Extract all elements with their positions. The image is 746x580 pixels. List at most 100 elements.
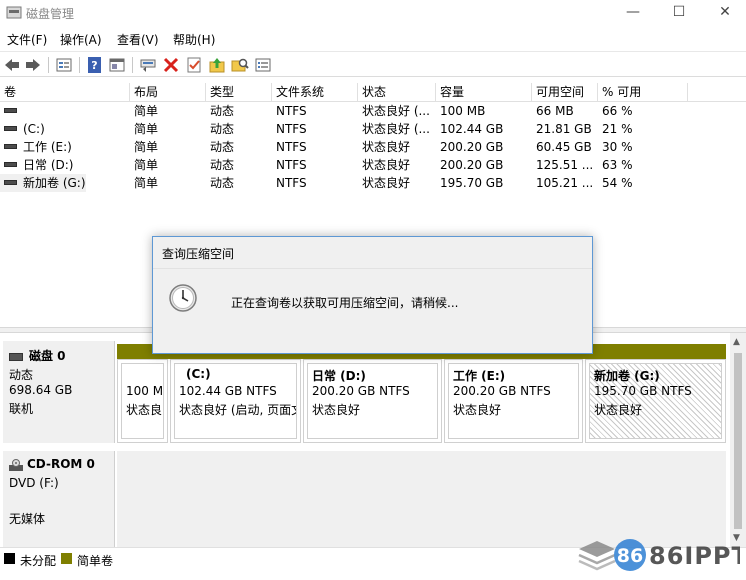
partition-status: 状态良 <box>126 403 163 417</box>
table-row[interactable]: 简单 动态 NTFS 状态良好 (... 100 MB 66 MB 66 % <box>0 102 746 120</box>
cdrom-0-name: CD-ROM 0 <box>27 457 95 471</box>
cdrom-0-drive: DVD (F:) <box>9 476 59 490</box>
partition-title: (C:) <box>186 367 211 381</box>
disk-0-label[interactable]: 磁盘 0 动态 698.64 GB 联机 <box>3 341 115 443</box>
toolbar: ? <box>0 51 746 77</box>
toolbar-separator <box>48 57 49 73</box>
volume-name: 日常 (D:) <box>23 158 74 172</box>
column-header-capacity[interactable]: 容量 <box>436 83 532 102</box>
dialog-title: 查询压缩空间 <box>162 247 235 261</box>
column-header-status[interactable]: 状态 <box>358 83 436 102</box>
window-title: 磁盘管理 <box>26 7 75 21</box>
simple-volume-swatch <box>61 553 72 564</box>
volume-filesystem: NTFS <box>276 140 307 154</box>
dialog-message: 正在查询卷以获取可用压缩空间，请稍候... <box>231 296 459 310</box>
unallocated-swatch <box>4 553 15 564</box>
delete-icon[interactable] <box>162 56 180 74</box>
volume-filesystem: NTFS <box>276 122 307 136</box>
toolbar-separator <box>79 57 80 73</box>
volume-name: (C:) <box>23 122 45 136</box>
column-header-volume[interactable]: 卷 <box>0 83 130 102</box>
disk-view-scrollbar[interactable]: ▲ ▼ <box>730 333 746 547</box>
folder-up-icon[interactable] <box>208 56 226 74</box>
column-header-free-space[interactable]: 可用空间 <box>532 83 598 102</box>
properties-icon[interactable] <box>185 56 203 74</box>
column-header-type[interactable]: 类型 <box>206 83 272 102</box>
menu-file[interactable]: 文件(F) <box>7 31 47 48</box>
volume-free-space: 21.81 GB <box>536 122 592 136</box>
scrollbar-thumb[interactable] <box>734 353 742 529</box>
volume-capacity: 195.70 GB <box>440 176 504 190</box>
table-row[interactable]: 工作 (E:) 简单 动态 NTFS 状态良好 200.20 GB 60.45 … <box>0 138 746 156</box>
volume-icon <box>4 126 17 131</box>
volume-layout: 简单 <box>134 176 159 190</box>
volume-capacity: 100 MB <box>440 104 486 118</box>
title-bar: 磁盘管理 — ☐ ✕ <box>0 0 746 26</box>
clock-icon <box>169 284 197 312</box>
volume-percent-free: 66 % <box>602 104 633 118</box>
volume-free-space: 105.21 ... <box>536 176 594 190</box>
console-list-icon[interactable] <box>254 56 272 74</box>
console-icon[interactable] <box>108 56 126 74</box>
partition-e[interactable]: 工作 (E:) 200.20 GB NTFS 状态良好 <box>444 359 583 443</box>
volume-filesystem: NTFS <box>276 158 307 172</box>
partition-size: 200.20 GB NTFS <box>312 384 410 398</box>
cdrom-0-label[interactable]: CD-ROM 0 DVD (F:) 无媒体 <box>3 451 115 547</box>
partition-system-reserved[interactable]: 100 M 状态良 <box>117 359 168 443</box>
menu-action[interactable]: 操作(A) <box>60 31 102 48</box>
forward-arrow-icon[interactable] <box>24 56 42 74</box>
partition-title: 新加卷 (G:) <box>594 369 660 383</box>
partition-g-selected[interactable]: 新加卷 (G:) 195.70 GB NTFS 状态良好 <box>585 359 726 443</box>
volume-layout: 简单 <box>134 122 159 136</box>
partition-title: 日常 (D:) <box>312 369 366 383</box>
close-button[interactable]: ✕ <box>702 0 746 26</box>
maximize-button[interactable]: ☐ <box>656 0 702 26</box>
menu-help[interactable]: 帮助(H) <box>173 31 215 48</box>
scroll-up-icon[interactable]: ▲ <box>733 337 740 347</box>
table-row[interactable]: (C:) 简单 动态 NTFS 状态良好 (... 102.44 GB 21.8… <box>0 120 746 138</box>
help-icon[interactable]: ? <box>86 56 104 74</box>
partition-d[interactable]: 日常 (D:) 200.20 GB NTFS 状态良好 <box>303 359 442 443</box>
volume-icon <box>4 108 17 113</box>
svg-text:86: 86 <box>617 545 643 567</box>
disk-management-app-icon <box>6 6 22 19</box>
volume-icon <box>4 180 17 185</box>
dialog-body: 正在查询卷以获取可用压缩空间，请稍候... <box>153 268 592 353</box>
column-header-percent-free[interactable]: % 可用 <box>598 83 688 102</box>
back-arrow-icon[interactable] <box>3 56 21 74</box>
volume-percent-free: 30 % <box>602 140 633 154</box>
column-header-filesystem[interactable]: 文件系统 <box>272 83 358 102</box>
volume-type: 动态 <box>210 140 235 154</box>
folder-search-icon[interactable] <box>231 56 249 74</box>
volume-icon <box>4 162 17 167</box>
table-row[interactable]: 新加卷 (G:) 简单 动态 NTFS 状态良好 195.70 GB 105.2… <box>0 174 746 192</box>
connect-drive-icon[interactable] <box>139 56 157 74</box>
volume-capacity: 200.20 GB <box>440 158 504 172</box>
legend-unallocated: 未分配 <box>20 554 57 568</box>
cdrom-0-media: 无媒体 <box>9 512 46 526</box>
menu-bar: 文件(F) 操作(A) 查看(V) 帮助(H) <box>0 28 746 50</box>
volume-status: 状态良好 <box>362 158 411 172</box>
menu-view[interactable]: 查看(V) <box>117 31 159 48</box>
volume-filesystem: NTFS <box>276 176 307 190</box>
volume-percent-free: 63 % <box>602 158 633 172</box>
partition-status: 状态良好 <box>453 403 502 417</box>
disk-list-icon[interactable] <box>55 56 73 74</box>
table-row[interactable]: 日常 (D:) 简单 动态 NTFS 状态良好 200.20 GB 125.51… <box>0 156 746 174</box>
volume-name: 工作 (E:) <box>23 140 72 154</box>
volume-percent-free: 21 % <box>602 122 633 136</box>
volume-list-header: 卷 布局 类型 文件系统 状态 容量 可用空间 % 可用 <box>0 83 746 102</box>
volume-filesystem: NTFS <box>276 104 307 118</box>
partition-status: 状态良好 <box>594 403 643 417</box>
volume-capacity: 102.44 GB <box>440 122 504 136</box>
volume-status: 状态良好 <box>362 140 411 154</box>
partition-c[interactable]: (C:) 102.44 GB NTFS 状态良好 (启动, 页面文 <box>170 359 301 443</box>
volume-type: 动态 <box>210 158 235 172</box>
volume-status: 状态良好 (... <box>362 122 430 136</box>
disk-graphical-view: 磁盘 0 动态 698.64 GB 联机 100 M 状态良 (C:) 102.… <box>0 333 730 547</box>
volume-type: 动态 <box>210 122 235 136</box>
minimize-button[interactable]: — <box>610 0 656 26</box>
partition-size: 195.70 GB NTFS <box>594 384 692 398</box>
partition-status: 状态良好 <box>312 403 361 417</box>
column-header-layout[interactable]: 布局 <box>130 83 206 102</box>
